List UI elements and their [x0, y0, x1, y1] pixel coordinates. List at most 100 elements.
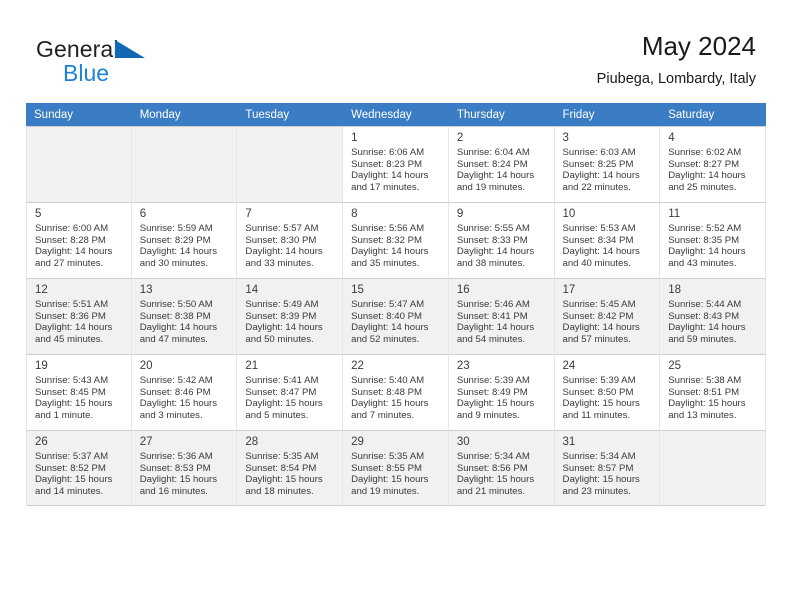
day-info: Sunrise: 5:40 AM Sunset: 8:48 PM Dayligh…	[351, 375, 429, 421]
day-info: Sunrise: 5:51 AM Sunset: 8:36 PM Dayligh…	[35, 299, 113, 345]
calendar-page: General Blue May 2024 Piubega, Lombardy,…	[0, 0, 792, 612]
day-cell-inner[interactable]: 30 Sunrise: 5:34 AM Sunset: 8:56 PM Dayli…	[448, 430, 555, 506]
day-cell-inner[interactable]: 9 Sunrise: 5:55 AM Sunset: 8:33 PM Daylig…	[448, 202, 555, 278]
day-number: 16	[456, 284, 470, 296]
day-number: 1	[351, 132, 358, 144]
day-cell-inner[interactable]: 10 Sunrise: 5:53 AM Sunset: 8:34 PM Dayli…	[554, 202, 661, 278]
day-cell: 5 Sunrise: 6:00 AM Sunset: 8:28 PM Daylig…	[26, 202, 132, 278]
day-cell-inner[interactable]: 7 Sunrise: 5:57 AM Sunset: 8:30 PM Daylig…	[237, 202, 344, 278]
week-row: 12 Sunrise: 5:51 AM Sunset: 8:36 PM Dayli…	[26, 278, 766, 354]
day-cell-inner[interactable]: 11 Sunrise: 5:52 AM Sunset: 8:35 PM Dayli…	[660, 202, 766, 278]
day-cell-inner[interactable]: 26 Sunrise: 5:37 AM Sunset: 8:52 PM Dayli…	[26, 430, 132, 506]
day-cell	[237, 126, 344, 202]
day-info: Sunrise: 5:35 AM Sunset: 8:55 PM Dayligh…	[351, 451, 429, 497]
day-cell-inner[interactable]: 23 Sunrise: 5:39 AM Sunset: 8:49 PM Dayli…	[448, 354, 555, 430]
day-cell-inner[interactable]: 28 Sunrise: 5:35 AM Sunset: 8:54 PM Dayli…	[237, 430, 344, 506]
day-cell-inner[interactable]: 21 Sunrise: 5:41 AM Sunset: 8:47 PM Dayli…	[237, 354, 344, 430]
day-number: 15	[351, 284, 364, 296]
day-number: 19	[35, 360, 48, 372]
day-cell: 19 Sunrise: 5:43 AM Sunset: 8:45 PM Dayli…	[26, 354, 132, 430]
day-number: 29	[351, 436, 364, 448]
day-cell-inner[interactable]: 6 Sunrise: 5:59 AM Sunset: 8:29 PM Daylig…	[131, 202, 238, 278]
day-info: Sunrise: 5:44 AM Sunset: 8:43 PM Dayligh…	[668, 299, 746, 345]
day-info: Sunrise: 5:52 AM Sunset: 8:35 PM Dayligh…	[668, 223, 746, 269]
day-info: Sunrise: 5:39 AM Sunset: 8:49 PM Dayligh…	[456, 375, 535, 421]
day-cell: 11 Sunrise: 5:52 AM Sunset: 8:35 PM Dayli…	[660, 202, 766, 278]
day-info: Sunrise: 5:49 AM Sunset: 8:39 PM Dayligh…	[245, 299, 323, 345]
calendar-table: Sunday Monday Tuesday Wednesday Thursday…	[26, 103, 766, 506]
day-info: Sunrise: 5:41 AM Sunset: 8:47 PM Dayligh…	[245, 375, 323, 421]
general-blue-logo[interactable]: General Blue	[36, 36, 145, 85]
day-number: 23	[456, 360, 470, 372]
day-info: Sunrise: 6:02 AM Sunset: 8:27 PM Dayligh…	[668, 147, 746, 193]
day-number: 30	[456, 436, 470, 448]
day-cell: 18 Sunrise: 5:44 AM Sunset: 8:43 PM Dayli…	[660, 278, 766, 354]
day-cell: 23 Sunrise: 5:39 AM Sunset: 8:49 PM Dayli…	[448, 354, 555, 430]
day-cell-inner[interactable]: 3 Sunrise: 6:03 AM Sunset: 8:25 PM Daylig…	[554, 126, 661, 202]
day-cell-inner[interactable]: 16 Sunrise: 5:46 AM Sunset: 8:41 PM Dayli…	[448, 278, 555, 354]
day-cell	[131, 126, 238, 202]
day-cell: 3 Sunrise: 6:03 AM Sunset: 8:25 PM Daylig…	[554, 126, 661, 202]
day-number: 6	[139, 208, 147, 220]
weekday-header-tuesday: Tuesday	[237, 103, 344, 126]
day-cell-inner[interactable]: 25 Sunrise: 5:38 AM Sunset: 8:51 PM Dayli…	[660, 354, 766, 430]
day-number: 25	[668, 360, 682, 372]
day-cell-inner[interactable]: 24 Sunrise: 5:39 AM Sunset: 8:50 PM Dayli…	[554, 354, 661, 430]
day-cell: 9 Sunrise: 5:55 AM Sunset: 8:33 PM Daylig…	[448, 202, 555, 278]
day-number: 9	[456, 208, 464, 220]
day-number: 22	[351, 360, 364, 372]
day-cell-inner	[237, 126, 344, 202]
day-cell-inner[interactable]: 22 Sunrise: 5:40 AM Sunset: 8:48 PM Dayli…	[343, 354, 449, 430]
day-info: Sunrise: 5:50 AM Sunset: 8:38 PM Dayligh…	[139, 299, 218, 345]
day-cell-inner[interactable]: 8 Sunrise: 5:56 AM Sunset: 8:32 PM Daylig…	[343, 202, 449, 278]
day-cell: 21 Sunrise: 5:41 AM Sunset: 8:47 PM Dayli…	[237, 354, 344, 430]
day-cell-inner[interactable]: 15 Sunrise: 5:47 AM Sunset: 8:40 PM Dayli…	[343, 278, 449, 354]
day-info: Sunrise: 5:47 AM Sunset: 8:40 PM Dayligh…	[351, 299, 429, 345]
day-info: Sunrise: 5:43 AM Sunset: 8:45 PM Dayligh…	[35, 375, 113, 421]
title-block: May 2024 Piubega, Lombardy, Italy	[596, 31, 756, 87]
logo-text-general: General	[36, 36, 119, 62]
day-cell-inner[interactable]: 17 Sunrise: 5:45 AM Sunset: 8:42 PM Dayli…	[554, 278, 661, 354]
location-subtitle: Piubega, Lombardy, Italy	[596, 70, 756, 87]
day-info: Sunrise: 5:59 AM Sunset: 8:29 PM Dayligh…	[139, 223, 218, 269]
day-cell-inner[interactable]: 5 Sunrise: 6:00 AM Sunset: 8:28 PM Daylig…	[26, 202, 132, 278]
day-cell-inner[interactable]: 31 Sunrise: 5:34 AM Sunset: 8:57 PM Dayli…	[554, 430, 661, 506]
day-cell: 20 Sunrise: 5:42 AM Sunset: 8:46 PM Dayli…	[131, 354, 238, 430]
day-number: 7	[245, 208, 252, 220]
day-cell: 16 Sunrise: 5:46 AM Sunset: 8:41 PM Dayli…	[448, 278, 555, 354]
day-info: Sunrise: 6:03 AM Sunset: 8:25 PM Dayligh…	[562, 147, 640, 193]
weekday-header-wednesday: Wednesday	[343, 103, 449, 126]
day-cell: 17 Sunrise: 5:45 AM Sunset: 8:42 PM Dayli…	[554, 278, 661, 354]
weekday-header-friday: Friday	[554, 103, 661, 126]
day-cell-inner[interactable]: 2 Sunrise: 6:04 AM Sunset: 8:24 PM Daylig…	[448, 126, 555, 202]
day-cell-inner[interactable]: 18 Sunrise: 5:44 AM Sunset: 8:43 PM Dayli…	[660, 278, 766, 354]
day-cell-inner[interactable]: 29 Sunrise: 5:35 AM Sunset: 8:55 PM Dayli…	[343, 430, 449, 506]
day-cell: 30 Sunrise: 5:34 AM Sunset: 8:56 PM Dayli…	[448, 430, 555, 506]
day-cell-inner[interactable]: 27 Sunrise: 5:36 AM Sunset: 8:53 PM Dayli…	[131, 430, 238, 506]
day-cell-inner[interactable]: 12 Sunrise: 5:51 AM Sunset: 8:36 PM Dayli…	[26, 278, 132, 354]
day-info: Sunrise: 5:36 AM Sunset: 8:53 PM Dayligh…	[139, 451, 218, 497]
day-number: 10	[562, 208, 576, 220]
day-cell-inner[interactable]: 20 Sunrise: 5:42 AM Sunset: 8:46 PM Dayli…	[131, 354, 238, 430]
day-cell-inner[interactable]: 19 Sunrise: 5:43 AM Sunset: 8:45 PM Dayli…	[26, 354, 132, 430]
day-cell-inner[interactable]: 1 Sunrise: 6:06 AM Sunset: 8:23 PM Daylig…	[343, 126, 449, 202]
week-row: 5 Sunrise: 6:00 AM Sunset: 8:28 PM Daylig…	[26, 202, 766, 278]
day-info: Sunrise: 6:04 AM Sunset: 8:24 PM Dayligh…	[456, 147, 535, 193]
day-cell-inner	[26, 126, 132, 202]
day-info: Sunrise: 5:57 AM Sunset: 8:30 PM Dayligh…	[245, 223, 323, 269]
day-cell-inner[interactable]: 4 Sunrise: 6:02 AM Sunset: 8:27 PM Daylig…	[660, 126, 766, 202]
day-info: Sunrise: 5:45 AM Sunset: 8:42 PM Dayligh…	[562, 299, 640, 345]
day-number: 24	[562, 360, 576, 372]
day-cell	[660, 430, 766, 506]
day-cell-inner[interactable]: 14 Sunrise: 5:49 AM Sunset: 8:39 PM Dayli…	[237, 278, 344, 354]
day-cell-inner	[660, 430, 766, 506]
day-number: 5	[35, 208, 42, 220]
day-cell-inner[interactable]: 13 Sunrise: 5:50 AM Sunset: 8:38 PM Dayli…	[131, 278, 238, 354]
day-cell: 29 Sunrise: 5:35 AM Sunset: 8:55 PM Dayli…	[343, 430, 449, 506]
day-cell: 4 Sunrise: 6:02 AM Sunset: 8:27 PM Daylig…	[660, 126, 766, 202]
day-number: 13	[139, 284, 153, 296]
day-cell: 10 Sunrise: 5:53 AM Sunset: 8:34 PM Dayli…	[554, 202, 661, 278]
day-cell: 22 Sunrise: 5:40 AM Sunset: 8:48 PM Dayli…	[343, 354, 449, 430]
day-number: 31	[562, 436, 576, 448]
page-title: May 2024	[641, 31, 756, 61]
